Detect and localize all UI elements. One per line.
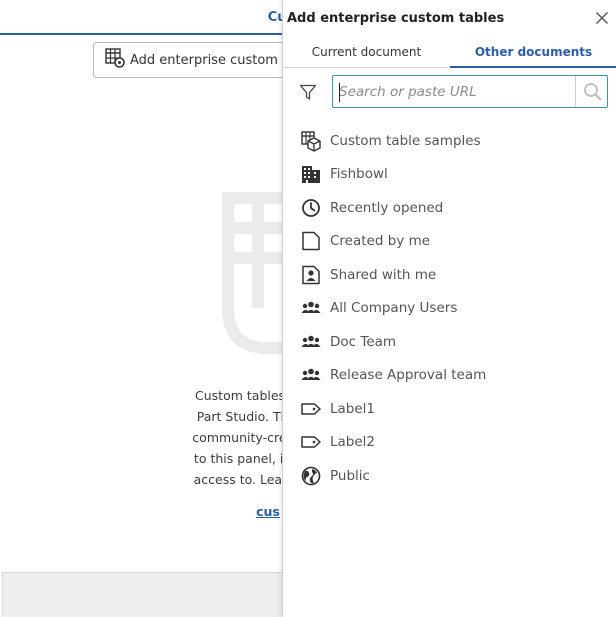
search-input[interactable]	[339, 82, 571, 102]
list-item-recently-opened[interactable]: Recently opened	[283, 191, 616, 225]
list-item-all-company-users[interactable]: All Company Users	[283, 292, 616, 326]
list-item-custom-table-samples[interactable]: Custom table samples	[283, 124, 616, 158]
team-icon	[300, 331, 322, 353]
list-item-label: Fishbowl	[330, 166, 388, 183]
filter-icon[interactable]	[299, 83, 317, 101]
custom-table-samples-icon	[300, 130, 322, 152]
list-item-label: Label2	[330, 434, 376, 451]
team-icon	[300, 297, 322, 319]
globe-icon	[300, 465, 322, 487]
document-source-list: Custom table samples Fishbowl Recently o…	[283, 124, 616, 493]
panel-footer	[2, 572, 322, 617]
list-item-label: Public	[330, 467, 370, 484]
dialog-title: Add enterprise custom tables	[287, 11, 505, 26]
dialog-header: Add enterprise custom tables	[283, 0, 616, 36]
clock-icon	[300, 197, 322, 219]
panel-title-underline	[0, 33, 282, 35]
list-item-release-approval-team[interactable]: Release Approval team	[283, 359, 616, 393]
document-tabs: Current document Other documents	[283, 38, 616, 68]
text-caret	[339, 83, 340, 102]
label-tag-icon	[300, 398, 322, 420]
list-item-label: Label1	[330, 400, 376, 417]
list-item-label2[interactable]: Label2	[283, 426, 616, 460]
table-gear-icon	[104, 47, 126, 73]
list-item-created-by-me[interactable]: Created by me	[283, 225, 616, 259]
list-item-shared-with-me[interactable]: Shared with me	[283, 258, 616, 292]
close-icon[interactable]	[595, 10, 609, 24]
list-item-label: Doc Team	[330, 333, 397, 350]
list-item-label: All Company Users	[330, 300, 458, 317]
list-item-label: Recently opened	[330, 199, 444, 216]
list-item-label: Shared with me	[330, 266, 437, 283]
building-icon	[300, 163, 322, 185]
list-item-doc-team[interactable]: Doc Team	[283, 325, 616, 359]
list-item-label: Custom table samples	[330, 132, 481, 149]
tab-other-documents[interactable]: Other documents	[450, 38, 616, 68]
shared-user-icon	[300, 264, 322, 286]
label-tag-icon	[300, 431, 322, 453]
search-button[interactable]	[575, 76, 607, 107]
list-item-label1[interactable]: Label1	[283, 392, 616, 426]
team-icon	[300, 364, 322, 386]
list-item-label: Release Approval team	[330, 367, 487, 384]
add-button-label: Add enterprise custom	[130, 52, 278, 68]
add-enterprise-custom-tables-dialog: Add enterprise custom tables Current doc…	[282, 0, 616, 617]
list-item-fishbowl[interactable]: Fishbowl	[283, 158, 616, 192]
tab-current-document[interactable]: Current document	[283, 38, 450, 68]
list-item-label: Created by me	[330, 233, 431, 250]
document-icon	[300, 230, 322, 252]
search-field	[332, 75, 608, 108]
list-item-public[interactable]: Public	[283, 459, 616, 493]
